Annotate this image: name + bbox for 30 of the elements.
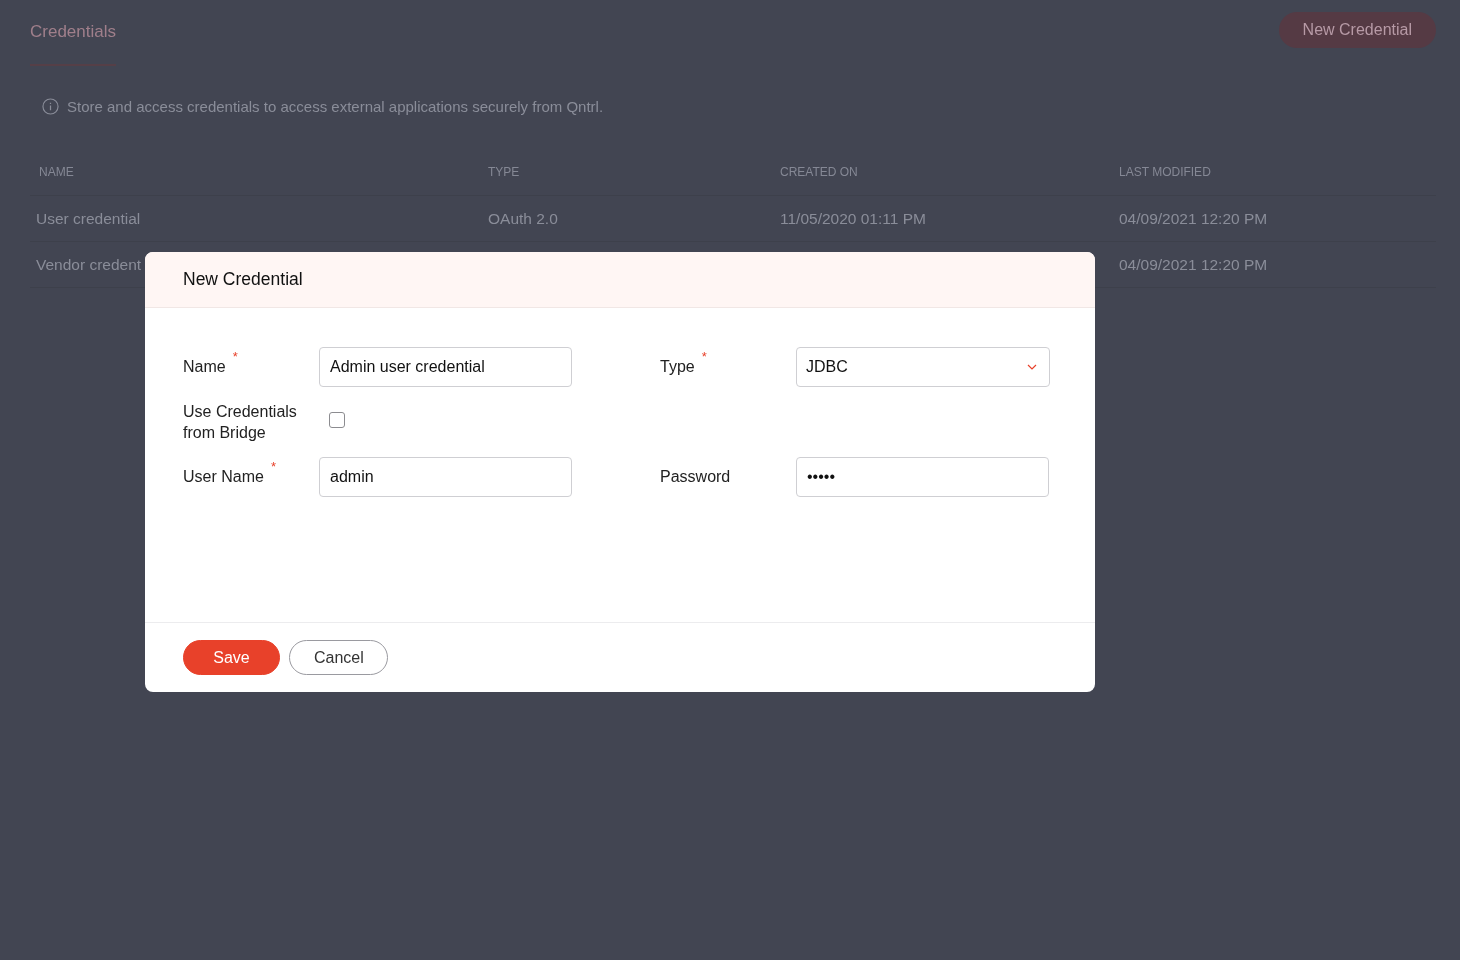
checkbox[interactable]	[329, 412, 345, 428]
text-field[interactable]: admin	[319, 457, 572, 497]
table-cell: 11/05/2020 01:11 PM	[780, 210, 926, 227]
info-icon	[42, 98, 59, 115]
dialog-title: New Credential	[183, 269, 303, 290]
field-label: Password	[660, 467, 731, 487]
cancel-button[interactable]: Cancel	[289, 640, 388, 675]
column-header: TYPE	[479, 165, 771, 196]
column-header: CREATED ON	[771, 165, 1110, 196]
table-cell: OAuth 2.0	[488, 210, 558, 227]
field-label: User Name	[183, 467, 264, 487]
table-cell: 04/09/2021 12:20 PM	[1119, 256, 1268, 273]
type-dropdown[interactable]: JDBC	[796, 347, 1050, 387]
new-credential-button[interactable]: New Credential	[1278, 12, 1436, 48]
column-header: NAME	[30, 165, 479, 196]
required-mark: *	[270, 459, 276, 474]
table-cell: 04/09/2021 12:20 PM	[1119, 210, 1268, 227]
required-mark: *	[232, 349, 238, 364]
text-field[interactable]: Admin user credential	[319, 347, 572, 387]
field-label: Name	[183, 357, 226, 377]
password-field[interactable]: •••••	[796, 457, 1049, 497]
save-button[interactable]: Save	[183, 640, 280, 675]
table-cell: Vendor credent	[36, 256, 142, 273]
field-label: Type	[660, 357, 695, 377]
chevron-down-icon	[1027, 364, 1037, 370]
required-mark: *	[701, 349, 707, 364]
column-header: LAST MODIFIED	[1110, 165, 1436, 196]
info-text: Store and access credentials to access external applications securely from Qntrl.	[67, 98, 604, 115]
field-label: Use Credentials from Bridge	[183, 402, 298, 443]
table-cell: User credential	[36, 210, 141, 227]
